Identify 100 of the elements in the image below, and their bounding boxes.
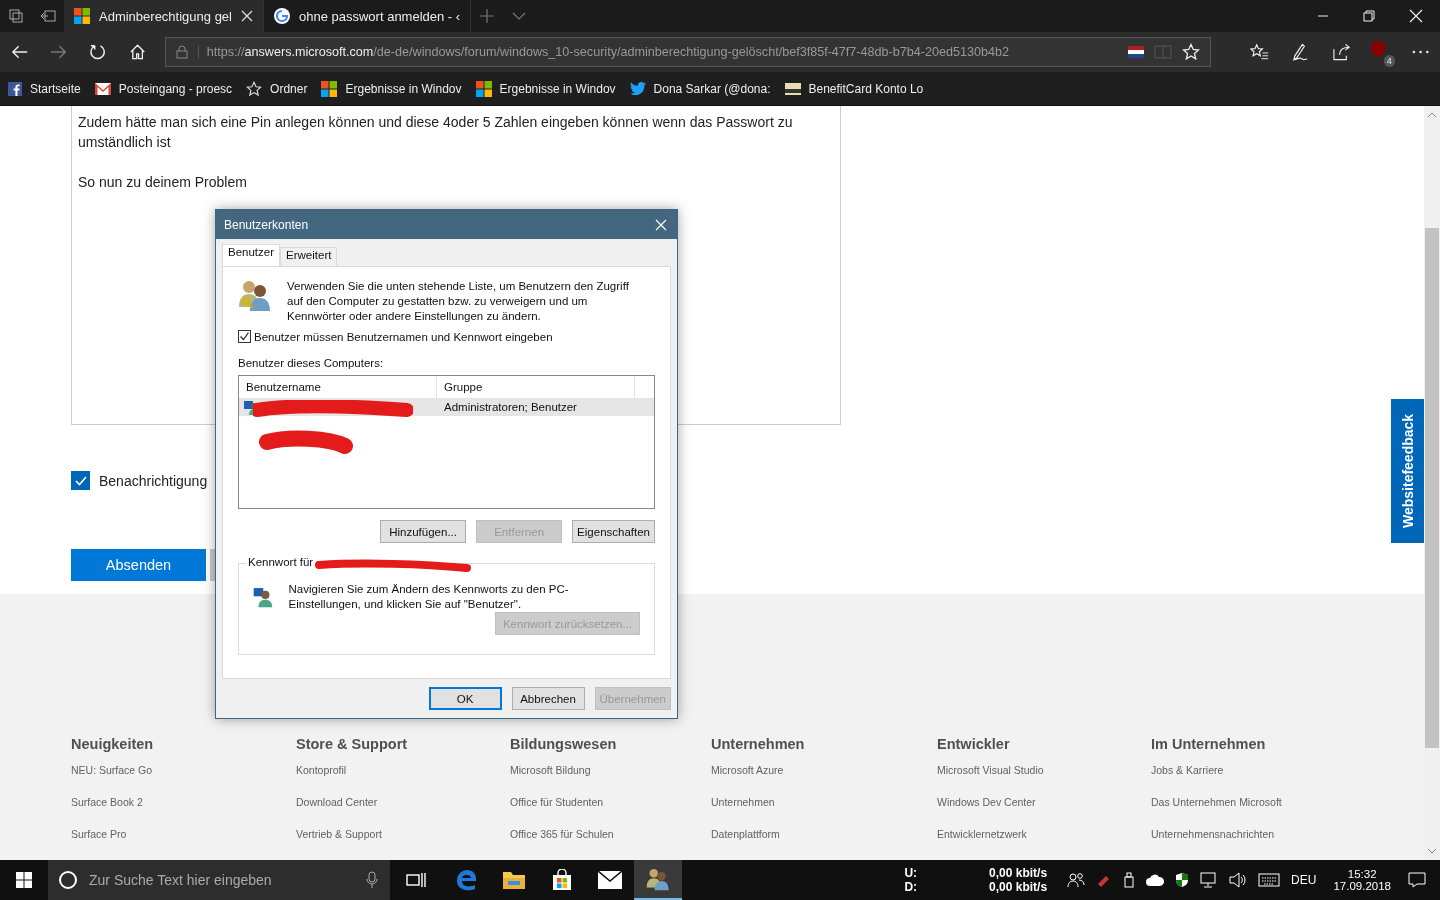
footer-link[interactable]: Datenplattform [711,828,937,860]
restore-tabs-icon[interactable] [40,8,56,24]
search-field[interactable]: Zur Suche Text hier eingeben [87,871,357,889]
forward-icon[interactable] [50,43,68,61]
footer-link[interactable]: Windows Dev Center [937,796,1151,828]
footer-link[interactable]: Kontoprofil [296,764,510,796]
badge: 4 [1383,55,1395,67]
bookmark[interactable]: Ergebnisse in Windov [475,80,616,97]
footer-link[interactable]: Download Center [296,796,510,828]
footer-link[interactable]: Unternehmensnachrichten [1151,828,1282,860]
footer-heading: Bildungswesen [510,736,618,752]
footer-link[interactable]: Microsoft Azure [711,764,937,796]
scrollbar-thumb[interactable] [1425,228,1439,748]
instruction-text: Verwenden Sie die unten stehende Liste, um Benutzern den Zugriff auf den Computer zu gestatten bzw. zu verweigern und um Kennwörter oder andere Einstellungen zu ändern. [287,279,630,324]
bookmark[interactable]: Startseite [8,81,81,96]
task-view-icon[interactable] [406,872,426,888]
bookmark[interactable]: Ordner [246,80,308,97]
language-indicator[interactable]: DEU [1291,873,1317,887]
network-icon[interactable] [1200,872,1219,888]
submit-button[interactable]: Absenden [71,549,206,581]
clock[interactable]: 15:32 17.09.2018 [1333,868,1391,892]
footer-heading: Store & Support [296,736,409,752]
g-logo-icon [274,8,290,24]
cloud-icon[interactable] [1146,874,1165,886]
bookmark[interactable]: Ergebnisse in Windov [321,80,462,97]
search-bar[interactable]: Zur Suche Text hier eingeben [48,860,390,900]
dialog-button[interactable]: Abbrechen [511,687,585,710]
network-speed: 0,00 kbit/s [988,880,1048,894]
feedback-tab[interactable]: Websitefeedback [1391,399,1424,543]
dialog-button[interactable]: OK [428,687,502,710]
scroll-up-icon[interactable] [1428,112,1436,118]
people-icon[interactable] [1067,872,1086,888]
folder-icon [502,870,526,890]
browser-tab[interactable]: Adminberechtigung gel [64,0,264,32]
envelope-icon [598,871,622,889]
home-icon[interactable] [128,43,146,61]
tab[interactable]: Erweitert [280,247,338,266]
tab[interactable]: Benutzer [222,244,281,266]
refresh-icon[interactable] [89,43,107,61]
windows-logo-icon [74,8,90,24]
star-icon [246,80,263,97]
e-logo-icon [454,868,478,892]
footer-link[interactable]: Jobs & Karriere [1151,764,1282,796]
windows-logo-icon [321,80,338,97]
favorites-icon[interactable] [1249,43,1269,61]
footer-link[interactable]: Microsoft Visual Studio [937,764,1151,796]
star-icon[interactable] [1181,43,1200,61]
more-icon[interactable] [1411,49,1430,55]
dialog-button[interactable]: Hinzufügen... [380,520,467,543]
shield-icon[interactable] [1175,872,1190,888]
lock-icon [175,45,188,59]
footer-link[interactable]: Unternehmen [711,796,937,828]
start-icon[interactable] [16,872,32,888]
checkbox-label: Benachrichtigung [99,472,208,489]
checkbox[interactable] [238,330,251,343]
usb-icon[interactable] [1123,872,1136,888]
footer-link[interactable]: Office 365 für Schulen [510,828,711,860]
shopping-bag-icon [551,869,573,891]
bookmark[interactable]: Dona Sarkar (@dona: [629,81,771,96]
share-icon[interactable] [1331,43,1352,61]
footer-link[interactable]: Das Unternehmen Microsoft [1151,796,1282,828]
bookmark[interactable]: BenefitCard Konto Lo [784,81,924,96]
speaker-icon[interactable] [1229,872,1248,888]
close-icon[interactable] [1409,9,1423,23]
post-paragraph: Zudem hätte man sich eine Pin anlegen können und diese 4oder 5 Zahlen eingeben können wenn das Passwort zu umständlich ist [78,113,794,152]
card-icon [784,82,801,95]
f-logo-icon [8,81,22,96]
bookmark[interactable]: Posteingang - proesc [94,81,233,96]
tabs-aside-icon[interactable] [8,8,24,24]
footer-link[interactable]: Surface Book 2 [71,796,296,828]
users-icon [238,279,272,311]
footer-link[interactable]: Microsoft Bildung [510,764,711,796]
bird-icon [629,82,646,95]
checkbox[interactable] [71,471,90,490]
extension-button[interactable]: 4 [1368,37,1395,67]
microphone-icon[interactable] [366,871,378,889]
notification-icon[interactable] [1408,872,1426,888]
footer-heading: Unternehmen [711,736,806,752]
footer-link[interactable]: NEU: Surface Go [71,764,296,796]
keyboard-icon[interactable] [1258,873,1281,887]
address-bar[interactable]: https://answers.microsoft.com/de-de/windows/forum/windows_10-security/adminberechtigung-gelöscht/bef3f85f-47f7-48db-b7b4-20ed5130b4b2 [164,37,1211,67]
scroll-down-icon[interactable] [1428,848,1436,854]
flag-icon [1127,46,1144,58]
footer-link[interactable]: Entwicklernetzwerk [937,828,1151,860]
windows-logo-icon [475,80,492,97]
footer-heading: Im Unternehmen [1151,736,1267,752]
group-legend: Kennwort für [246,556,316,568]
table-cell-text: Administratoren; Benutzer [443,401,578,413]
window-title: Benutzerkonten [224,217,309,232]
restore-icon[interactable] [1363,10,1375,22]
list-label: Benutzer dieses Computers: [238,357,385,369]
back-icon[interactable] [11,43,29,61]
dialog-button[interactable]: Eigenschaften [572,520,655,543]
footer-heading: Neuigkeiten [71,736,155,752]
pen-icon[interactable] [1290,43,1310,61]
footer-link[interactable]: Office für Studenten [510,796,711,828]
footer-link[interactable]: Vertrieb & Support [296,828,510,860]
close-icon[interactable] [241,10,253,22]
network-speed: 0,00 kbit/s [988,866,1048,880]
footer-link[interactable]: Surface Pro [71,828,296,860]
